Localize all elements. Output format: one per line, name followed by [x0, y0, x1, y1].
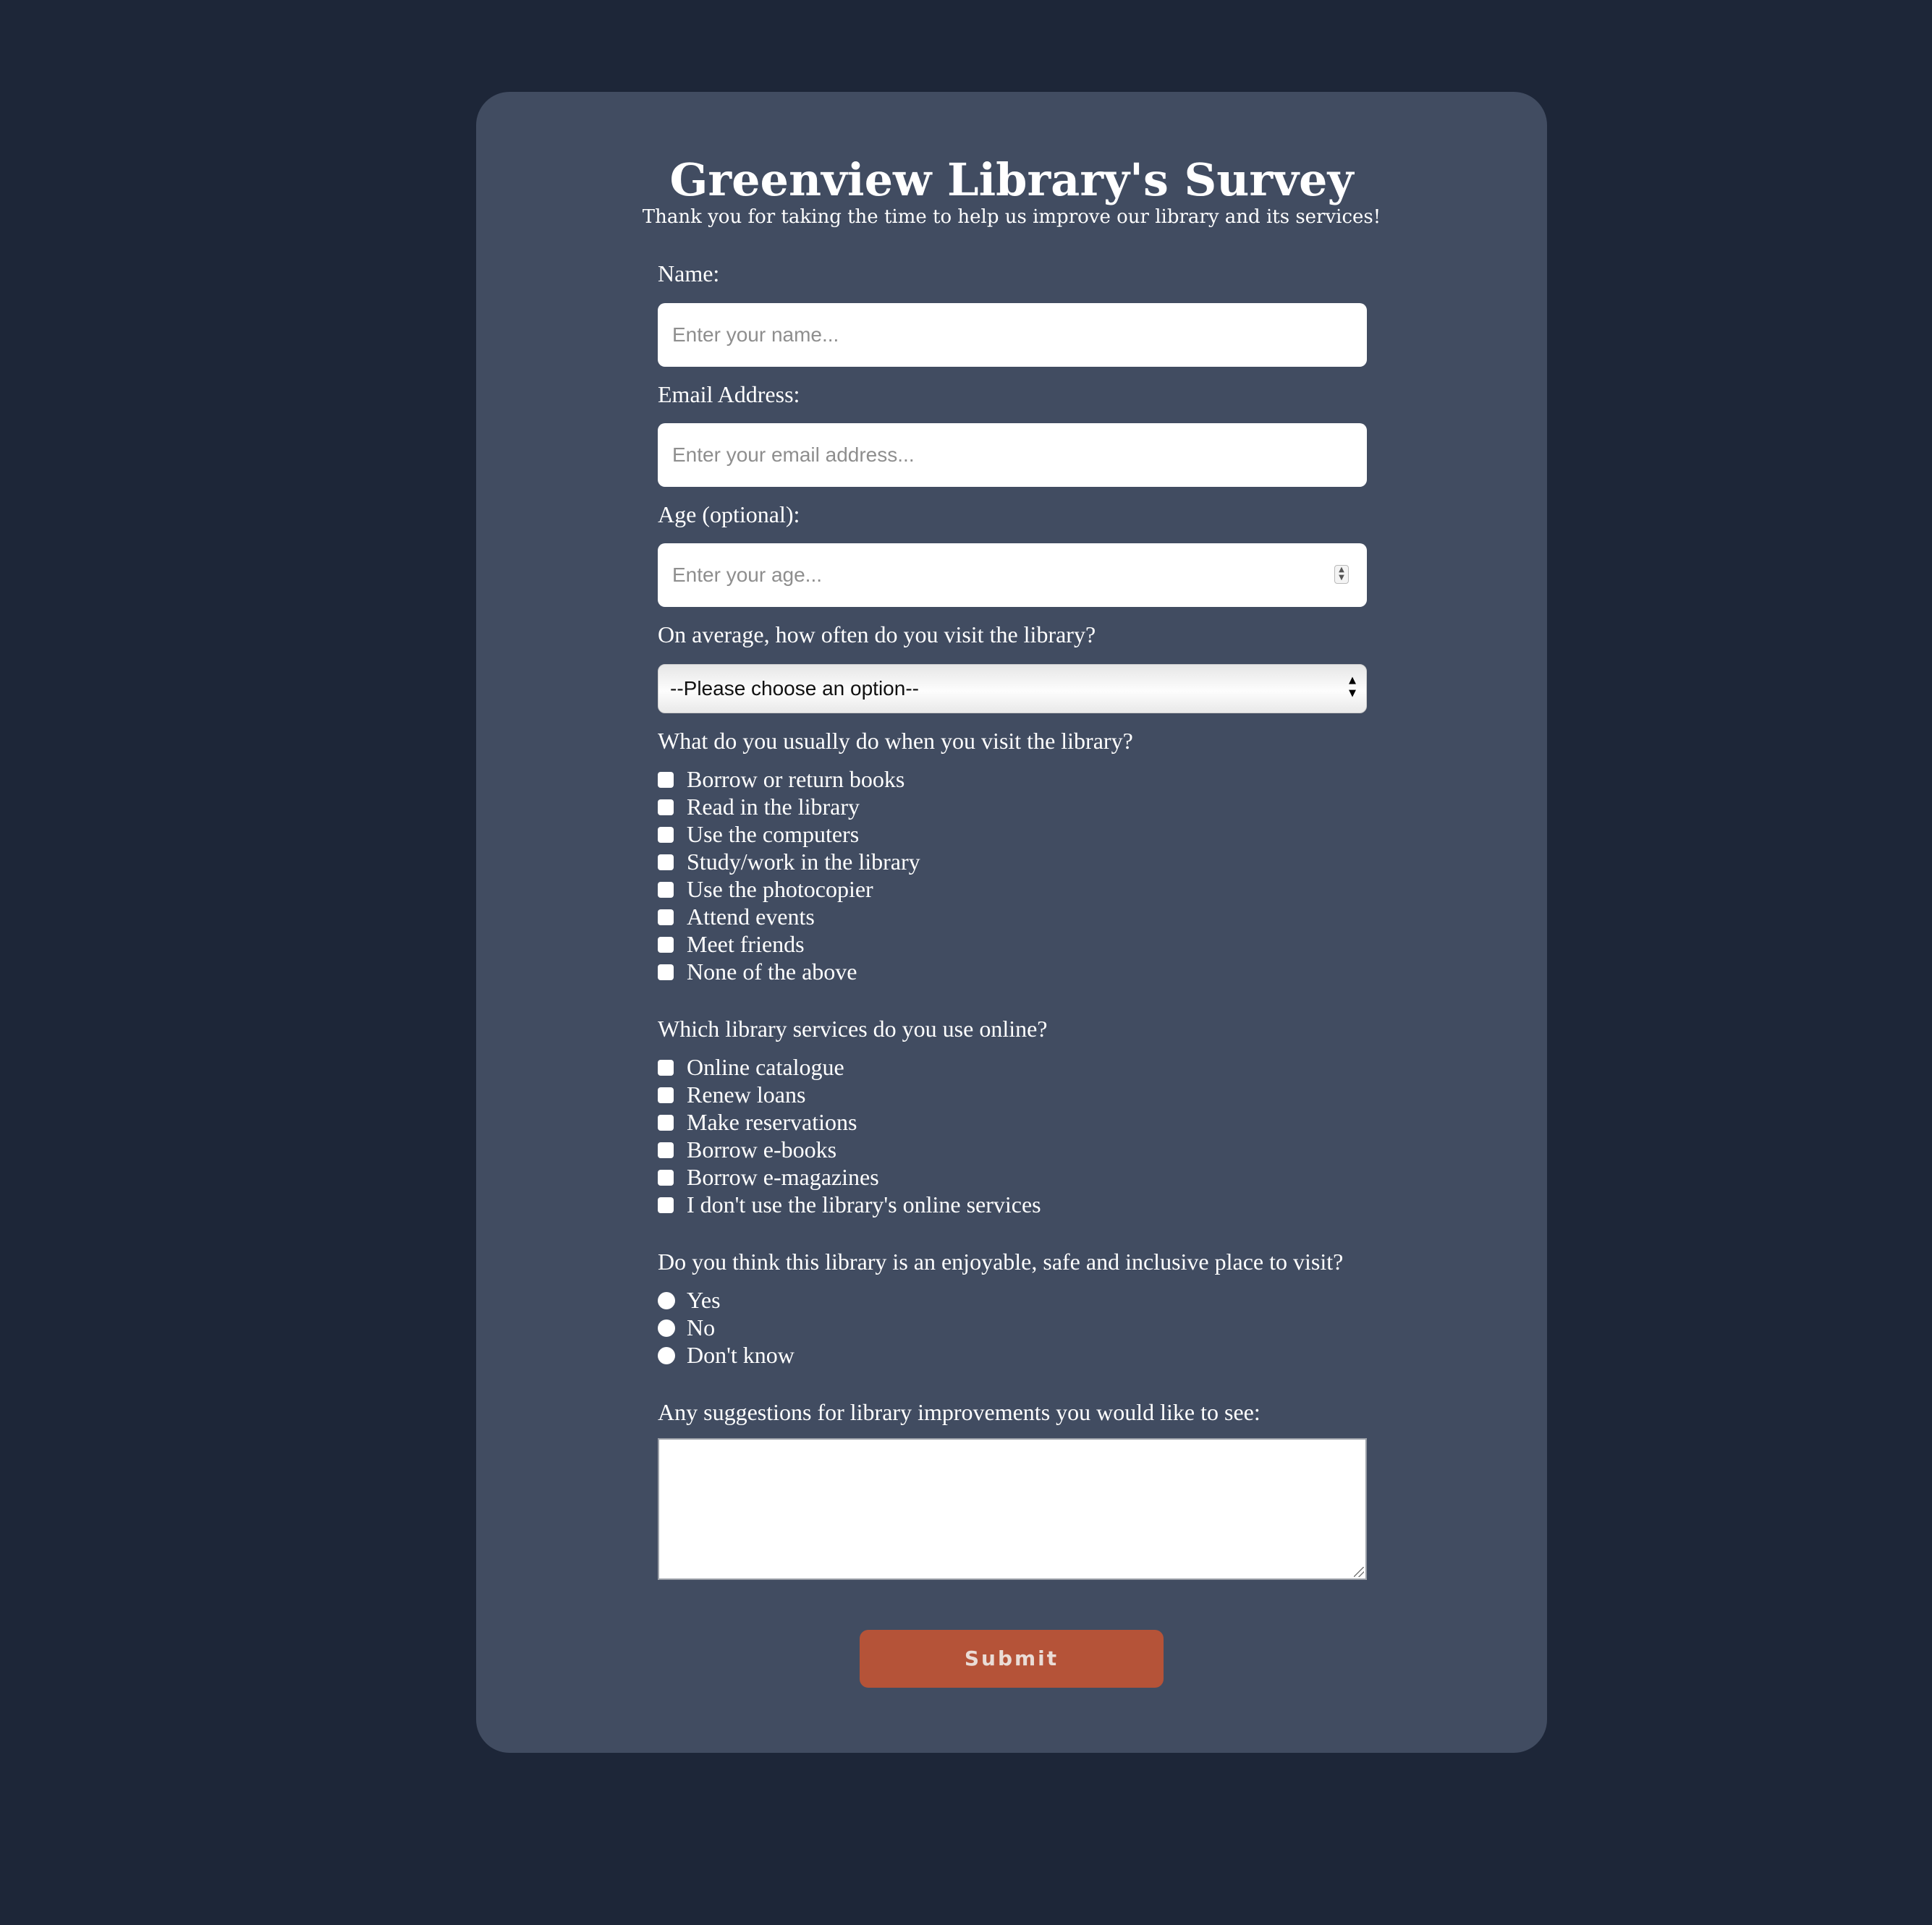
- email-label: Email Address:: [658, 381, 800, 407]
- radio-button[interactable]: [658, 1347, 675, 1364]
- checkbox[interactable]: [658, 854, 674, 870]
- name-label: Name:: [658, 260, 720, 286]
- age-input[interactable]: [658, 543, 1367, 607]
- radio-button[interactable]: [658, 1320, 675, 1337]
- option-label: Yes: [687, 1287, 721, 1313]
- checkbox[interactable]: [658, 882, 674, 898]
- option-label: Make reservations: [687, 1109, 857, 1135]
- stepper-down-icon[interactable]: ▼: [1335, 574, 1348, 582]
- option-label: Study/work in the library: [687, 849, 920, 875]
- online-services-label: Which library services do you use online…: [658, 1016, 1048, 1042]
- age-label: Age (optional):: [658, 501, 800, 527]
- option-label: Meet friends: [687, 931, 805, 957]
- option-label: Read in the library: [687, 794, 860, 820]
- inclusive-label: Do you think this library is an enjoyabl…: [658, 1249, 1344, 1275]
- checkbox[interactable]: [658, 772, 674, 788]
- option-label: Borrow e-books: [687, 1136, 837, 1163]
- checkbox[interactable]: [658, 1060, 674, 1076]
- option-label: Don't know: [687, 1342, 795, 1368]
- checkbox[interactable]: [658, 827, 674, 843]
- checkbox[interactable]: [658, 1087, 674, 1103]
- activities-label: What do you usually do when you visit th…: [658, 728, 1133, 754]
- checkbox[interactable]: [658, 799, 674, 815]
- option-label: Attend events: [687, 904, 815, 930]
- email-input[interactable]: [658, 423, 1367, 487]
- option-label: Borrow or return books: [687, 766, 905, 792]
- option-label: None of the above: [687, 959, 857, 985]
- option-label: Use the computers: [687, 821, 860, 847]
- age-stepper[interactable]: ▲ ▼: [1334, 565, 1349, 584]
- option-label: Use the photocopier: [687, 876, 873, 902]
- checkbox[interactable]: [658, 1142, 674, 1158]
- radio-button[interactable]: [658, 1292, 675, 1309]
- survey-card: Greenview Library's Survey Thank you for…: [476, 92, 1547, 1753]
- resize-grip-icon[interactable]: [1354, 1567, 1364, 1577]
- name-input[interactable]: [658, 303, 1367, 367]
- page-subtitle: Thank you for taking the time to help us…: [642, 206, 1381, 228]
- checkbox[interactable]: [658, 1197, 674, 1213]
- select-arrows-icon: ▲ ▼: [1349, 675, 1356, 699]
- suggestions-textarea[interactable]: [658, 1438, 1367, 1580]
- checkbox[interactable]: [658, 909, 674, 925]
- option-label: Renew loans: [687, 1082, 806, 1108]
- option-label: Online catalogue: [687, 1054, 844, 1080]
- visit-frequency-select[interactable]: --Please choose an option-- ▲ ▼: [658, 664, 1367, 713]
- visit-frequency-label: On average, how often do you visit the l…: [658, 621, 1096, 647]
- suggestions-label: Any suggestions for library improvements…: [658, 1399, 1261, 1425]
- checkbox[interactable]: [658, 964, 674, 980]
- checkbox[interactable]: [658, 937, 674, 953]
- checkbox[interactable]: [658, 1170, 674, 1186]
- option-label: No: [687, 1314, 716, 1340]
- submit-button[interactable]: Submit: [860, 1630, 1164, 1688]
- stepper-up-icon[interactable]: ▲: [1335, 566, 1348, 574]
- visit-frequency-selected: --Please choose an option--: [670, 677, 919, 700]
- option-label: Borrow e-magazines: [687, 1164, 879, 1190]
- checkbox[interactable]: [658, 1115, 674, 1131]
- option-label: I don't use the library's online service…: [687, 1191, 1041, 1218]
